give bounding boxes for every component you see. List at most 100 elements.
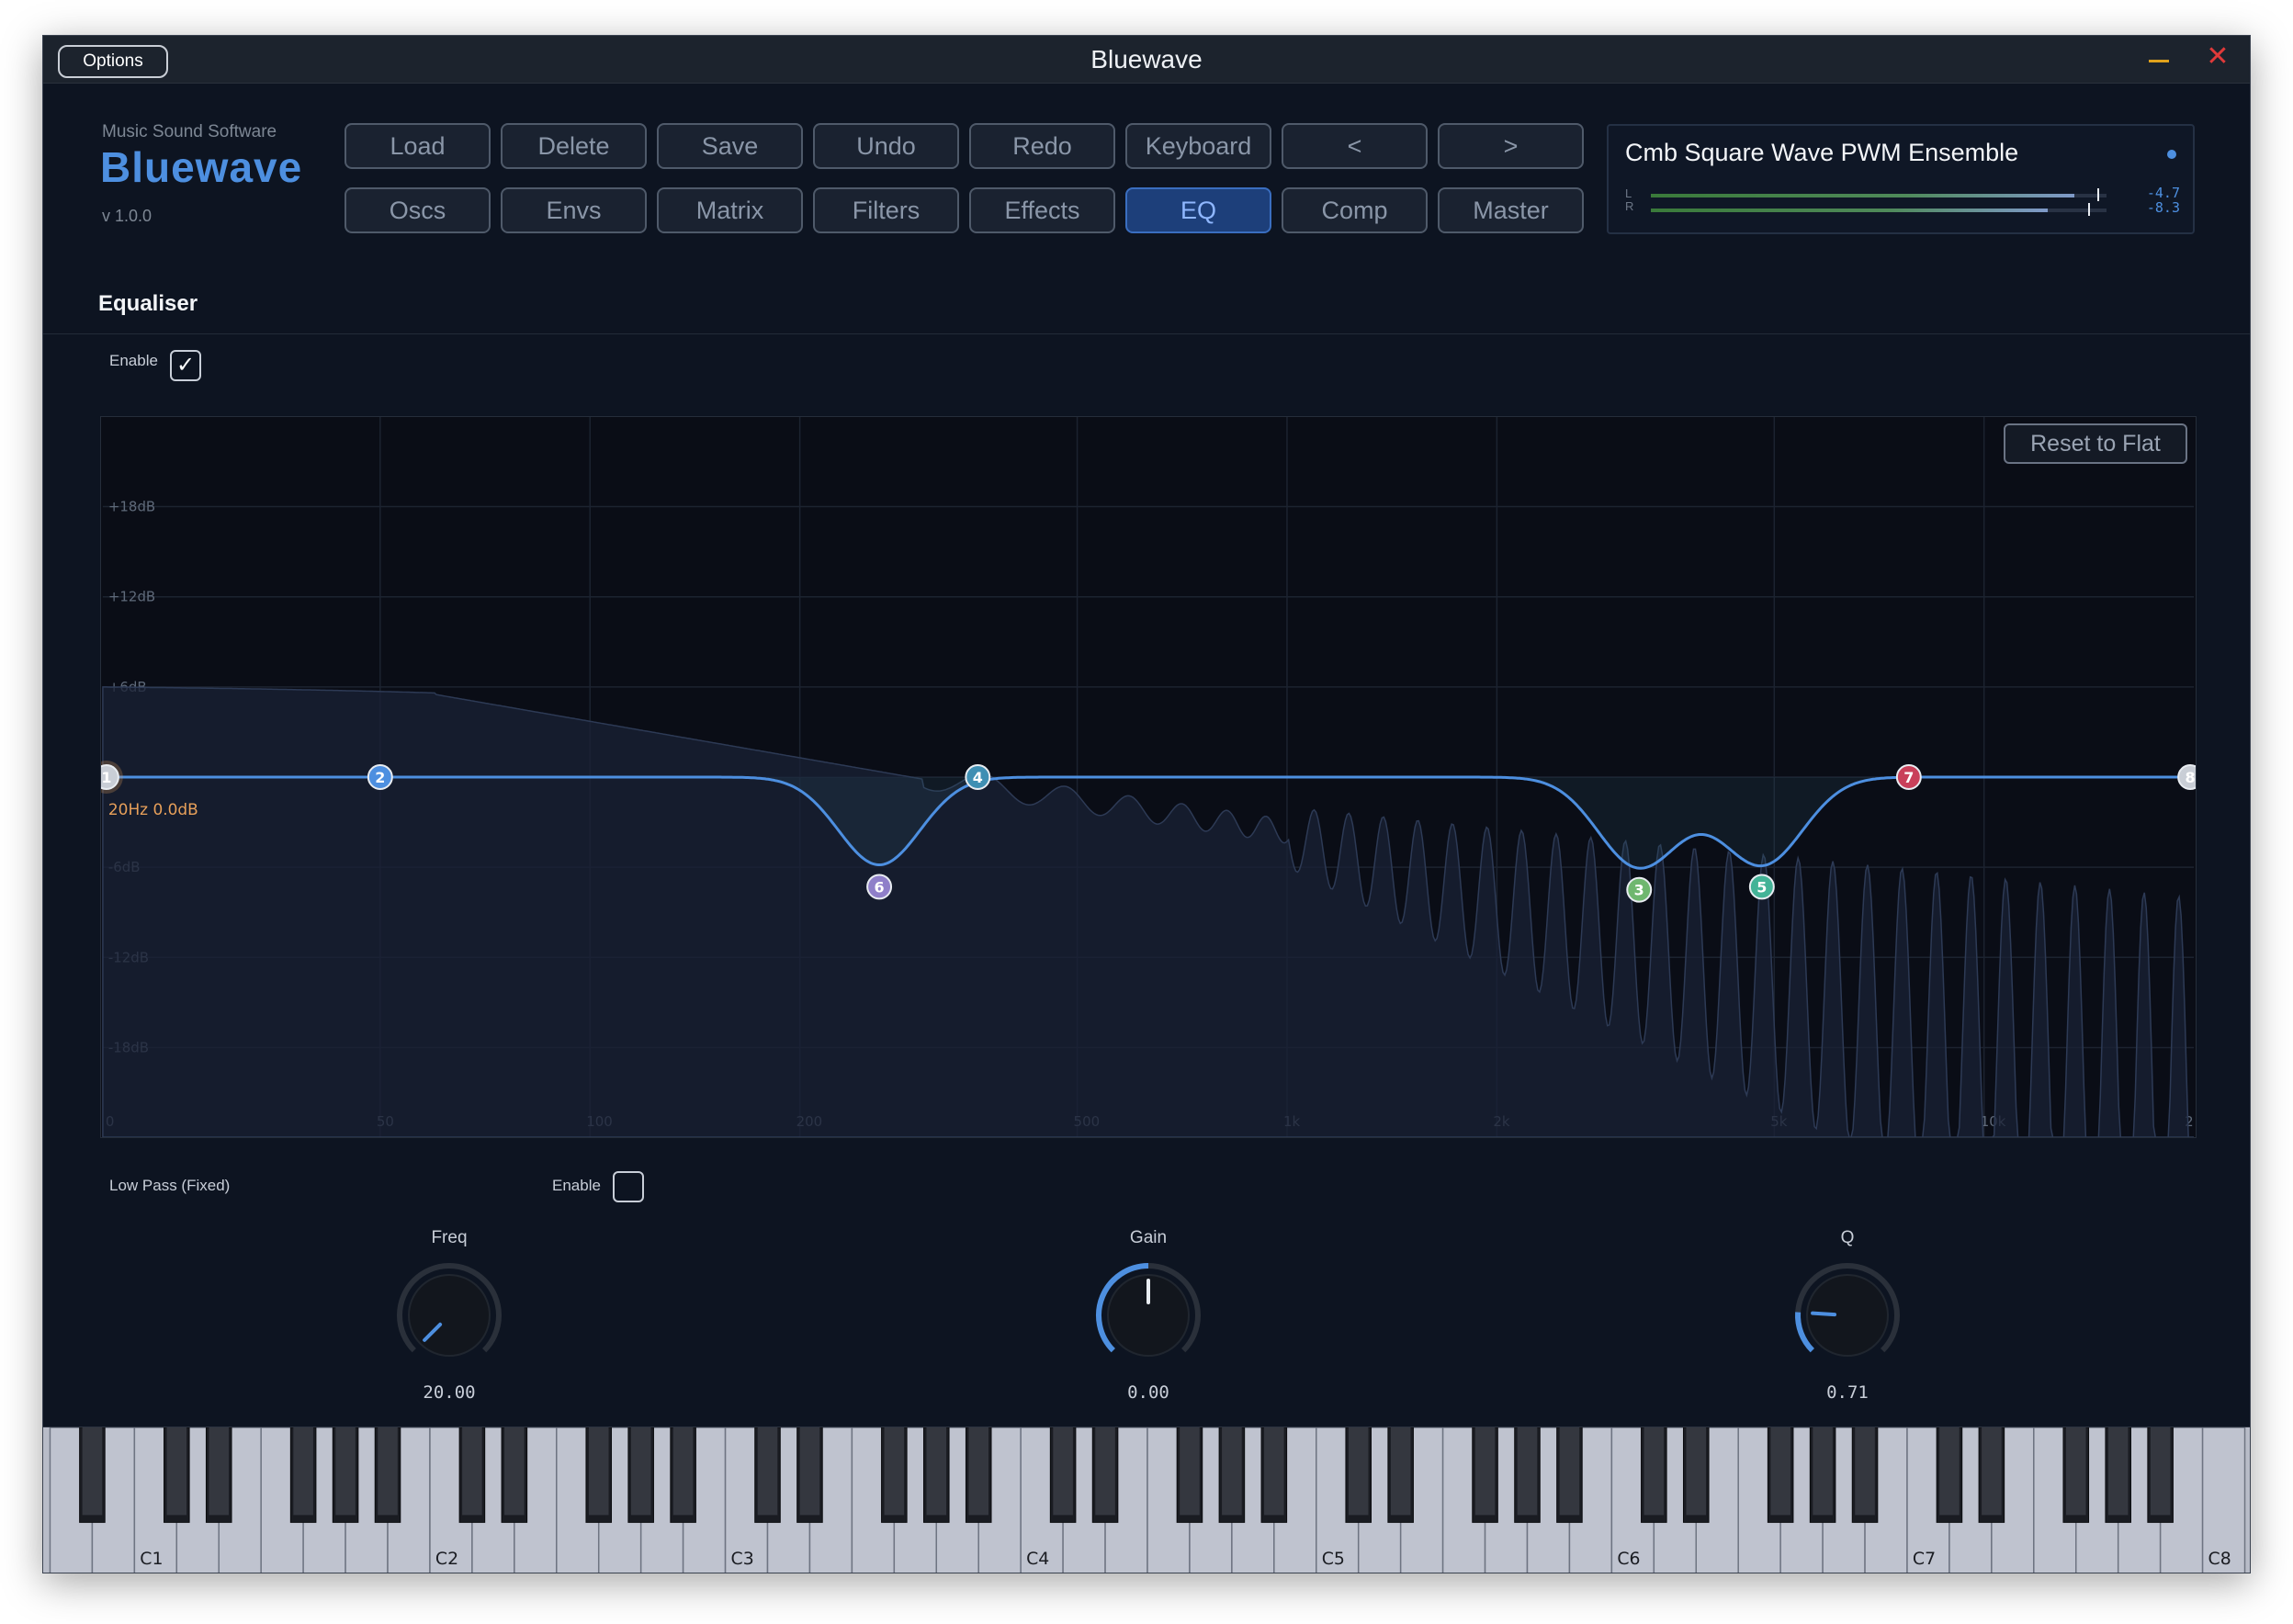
eq-band-number: 5 bbox=[1756, 878, 1767, 896]
meter-left-peak bbox=[2097, 188, 2100, 201]
black-key-highlight bbox=[166, 1427, 187, 1516]
eq-band-number: 7 bbox=[1903, 769, 1914, 786]
preset-display[interactable]: Cmb Square Wave PWM Ensemble L R -4.7 -8… bbox=[1607, 124, 2195, 234]
load-button[interactable]: Load bbox=[345, 123, 491, 169]
delete-button[interactable]: Delete bbox=[501, 123, 647, 169]
comp-button[interactable]: Comp bbox=[1282, 187, 1428, 233]
eq-band-number: 6 bbox=[875, 878, 885, 896]
black-key-highlight bbox=[1770, 1427, 1790, 1516]
redo-button[interactable]: Redo bbox=[969, 123, 1115, 169]
black-key-highlight bbox=[757, 1427, 778, 1516]
knob-q[interactable] bbox=[1788, 1256, 1907, 1375]
reset-to-flat-button[interactable]: Reset to Flat bbox=[2004, 423, 2187, 464]
piano-keyboard[interactable]: C1 C2 C3 C4 C5 C6 C7 C8 bbox=[43, 1427, 2251, 1573]
knob-q-label: Q bbox=[1840, 1228, 1855, 1247]
black-key-highlight bbox=[1390, 1427, 1411, 1516]
knob-indicator bbox=[1811, 1311, 1837, 1317]
meter-left-fill bbox=[1651, 194, 2075, 197]
knob-freq-label: Freq bbox=[431, 1228, 468, 1247]
knob-freq-value: 20.00 bbox=[423, 1382, 476, 1403]
eq-enable-label: Enable bbox=[109, 352, 158, 369]
knob-freq[interactable] bbox=[390, 1256, 509, 1375]
black-key-highlight bbox=[1686, 1427, 1707, 1516]
black-key-highlight bbox=[82, 1427, 103, 1516]
black-key-highlight bbox=[672, 1427, 694, 1516]
eq-band-handle-8[interactable]: 8 bbox=[2177, 764, 2197, 790]
oscs-button[interactable]: Oscs bbox=[345, 187, 491, 233]
octave-label: C5 bbox=[1322, 1549, 1345, 1569]
black-key-highlight bbox=[1053, 1427, 1073, 1516]
black-key-highlight bbox=[1517, 1427, 1538, 1516]
black-key-highlight bbox=[1222, 1427, 1242, 1516]
knob-gain-label: Gain bbox=[1129, 1228, 1168, 1247]
knob-gain[interactable] bbox=[1089, 1256, 1208, 1375]
band-enable-checkbox[interactable] bbox=[613, 1171, 644, 1202]
brand-company: Music Sound Software bbox=[102, 122, 277, 141]
eq-band-handle-2[interactable]: 2 bbox=[367, 764, 393, 790]
eq-band-handle-4[interactable]: 4 bbox=[965, 764, 991, 790]
master-button[interactable]: Master bbox=[1438, 187, 1584, 233]
section-divider bbox=[43, 333, 2250, 334]
knob-body bbox=[408, 1274, 491, 1357]
eq-band-readout: 20Hz 0.0dB bbox=[108, 800, 198, 818]
eq-band-handle-7[interactable]: 7 bbox=[1895, 764, 1922, 790]
minimize-icon[interactable] bbox=[2145, 45, 2173, 73]
eq-band-number: 4 bbox=[973, 769, 983, 786]
black-key-highlight bbox=[1559, 1427, 1580, 1516]
window-title: Bluewave bbox=[1090, 45, 1203, 73]
octave-label: C4 bbox=[1026, 1549, 1049, 1569]
knob-gain-value: 0.00 bbox=[1127, 1382, 1169, 1403]
eq-enable-checkbox[interactable]: ✓ bbox=[170, 350, 201, 381]
octave-label: C8 bbox=[2208, 1549, 2231, 1569]
eq-db-label: +12dB bbox=[108, 589, 155, 605]
eq-band-number: 8 bbox=[2186, 769, 2196, 786]
meter-left bbox=[1651, 188, 2107, 201]
black-key-highlight bbox=[504, 1427, 525, 1516]
eq-band-number: 1 bbox=[101, 769, 111, 786]
brand-version: v 1.0.0 bbox=[102, 207, 152, 225]
black-key-highlight bbox=[2150, 1427, 2171, 1516]
black-key-highlight bbox=[926, 1427, 947, 1516]
black-key-highlight bbox=[1264, 1427, 1284, 1516]
black-key-highlight bbox=[630, 1427, 651, 1516]
octave-label: C6 bbox=[1617, 1549, 1640, 1569]
meter-right-label: R bbox=[1625, 199, 1634, 213]
next-button[interactable]: > bbox=[1438, 123, 1584, 169]
eq-band-handle-3[interactable]: 3 bbox=[1626, 876, 1653, 903]
envs-button[interactable]: Envs bbox=[501, 187, 647, 233]
eq-band-handle-5[interactable]: 5 bbox=[1748, 874, 1775, 900]
octave-label: C3 bbox=[731, 1549, 754, 1569]
black-key-highlight bbox=[588, 1427, 609, 1516]
meter-right-value: -8.3 bbox=[2146, 199, 2180, 216]
brand-logo: Bluewave bbox=[100, 143, 303, 191]
matrix-button[interactable]: Matrix bbox=[657, 187, 803, 233]
black-key-highlight bbox=[1095, 1427, 1115, 1516]
eq-graph[interactable]: +18dB+12dB+6dB-6dB-12dB-18dB050100200500… bbox=[100, 416, 2197, 1138]
black-key-highlight bbox=[799, 1427, 820, 1516]
band-type-label: Low Pass (Fixed) bbox=[109, 1177, 231, 1194]
eq-band-number: 2 bbox=[375, 769, 385, 786]
keyboard-button[interactable]: Keyboard bbox=[1125, 123, 1271, 169]
black-key-highlight bbox=[884, 1427, 905, 1516]
black-key-highlight bbox=[1474, 1427, 1496, 1516]
undo-button[interactable]: Undo bbox=[813, 123, 959, 169]
black-key-highlight bbox=[335, 1427, 356, 1516]
band-enable-label: Enable bbox=[552, 1177, 601, 1194]
preset-modified-indicator bbox=[2167, 150, 2176, 159]
eq-db-label: +18dB bbox=[108, 499, 155, 515]
eq-button[interactable]: EQ bbox=[1125, 187, 1271, 233]
black-key-highlight bbox=[968, 1427, 989, 1516]
meter-right-fill bbox=[1651, 209, 2048, 212]
black-key-highlight bbox=[1855, 1427, 1875, 1516]
save-button[interactable]: Save bbox=[657, 123, 803, 169]
filters-button[interactable]: Filters bbox=[813, 187, 959, 233]
effects-button[interactable]: Effects bbox=[969, 187, 1115, 233]
black-key-highlight bbox=[378, 1427, 398, 1516]
prev-button[interactable]: < bbox=[1282, 123, 1428, 169]
eq-band-handle-6[interactable]: 6 bbox=[866, 874, 893, 900]
preset-name: Cmb Square Wave PWM Ensemble bbox=[1625, 139, 2019, 166]
black-key-highlight bbox=[1348, 1427, 1369, 1516]
close-icon[interactable]: ✕ bbox=[2204, 43, 2231, 71]
black-key-highlight bbox=[1644, 1427, 1665, 1516]
meter-left-label: L bbox=[1625, 186, 1632, 200]
